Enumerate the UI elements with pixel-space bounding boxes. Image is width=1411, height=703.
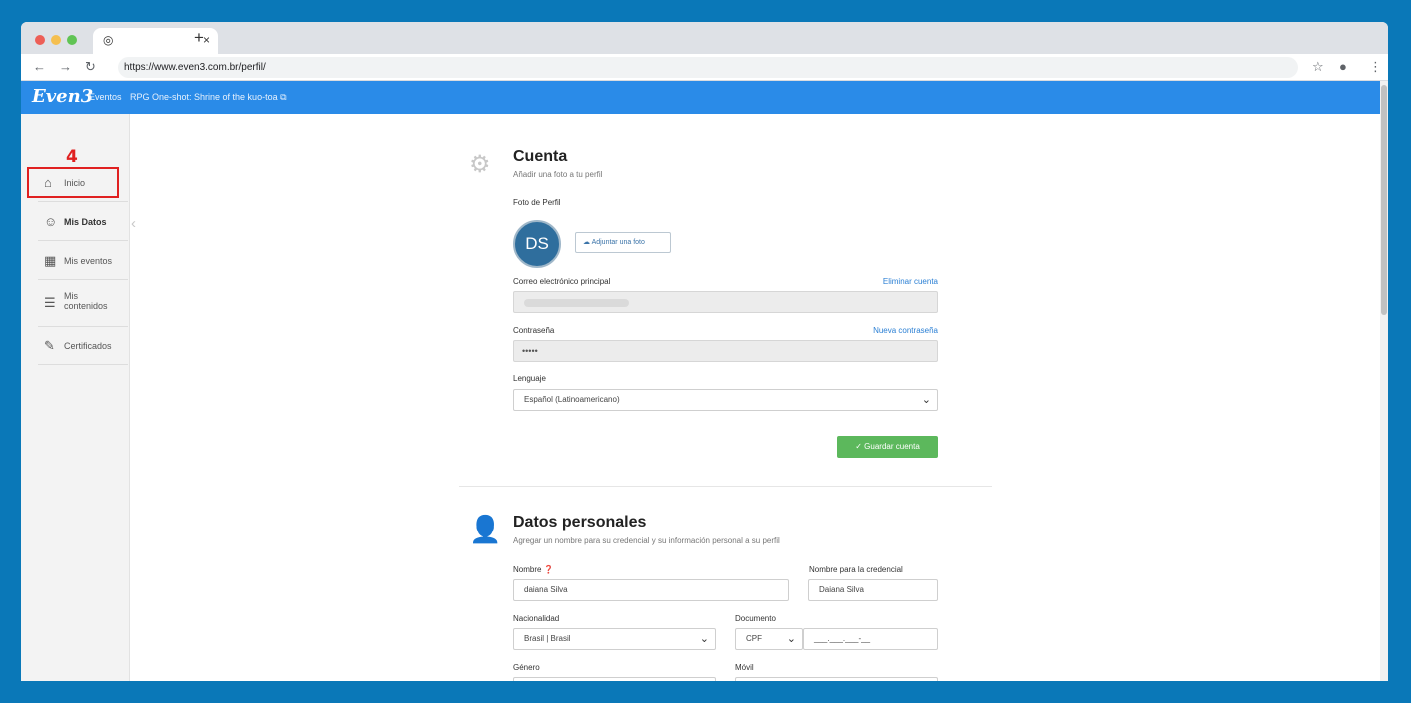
gender-select[interactable] [513,677,716,681]
email-label: Correo electrónico principal [513,277,611,286]
user-icon: ☺ [44,214,58,229]
sidebar-item-mis-datos[interactable]: ☺ Mis Datos [38,203,128,241]
info-icon[interactable]: ❓ [544,565,554,574]
scrollbar-thumb[interactable] [1381,85,1387,315]
blurred-email [524,299,629,307]
language-select[interactable]: Español (Latinoamericano) ⌄ [513,389,938,411]
calendar-icon: ▦ [44,253,57,268]
forward-arrow-icon[interactable]: → [59,59,72,74]
name-label-text: Nombre [513,565,542,574]
window-minimize-button[interactable] [51,35,61,45]
nationality-label: Nacionalidad [513,614,560,623]
name-input[interactable]: daiana Silva [513,579,789,601]
gender-label: Género [513,663,540,672]
nationality-value: Brasil | Brasil [524,634,571,643]
sidebar-item-label: Certificados [64,341,112,351]
document-type-select[interactable]: CPF ⌄ [735,628,803,650]
account-subtitle: Añadir una foto a tu perfil [513,170,603,179]
attach-photo-button[interactable]: ☁ Adjuntar una foto [575,232,671,253]
credential-label: Nombre para la credencial [809,565,903,574]
sidebar-collapse-chevron-icon[interactable]: ‹ [131,215,136,232]
certificate-icon: ✎ [44,338,55,353]
password-field: ••••• [513,340,938,362]
name-label: Nombre ❓ [513,565,554,574]
tab-strip: ◎ × + [21,22,1388,54]
sidebar-item-mis-contenidos[interactable]: ☰ Mis contenidos [38,281,128,327]
document-type-value: CPF [746,634,762,643]
back-arrow-icon[interactable]: ← [33,59,46,74]
external-link-icon: ⧉ [280,92,287,102]
site-header: Even3 Eventos RPG One-shot: Shrine of th… [21,81,1380,114]
tab-close-icon[interactable]: × [203,33,210,47]
document-label: Documento [735,614,776,623]
chevron-down-icon: ⌄ [921,394,931,406]
browser-toolbar: ← → ↻ https://www.even3.com.br/perfil/ ☆… [21,54,1388,81]
browser-window: ◎ × + ← → ↻ https://www.even3.com.br/per… [21,22,1388,681]
credential-input[interactable]: Daiana Silva [808,579,938,601]
mobile-label: Móvil [735,663,754,672]
menu-dots-icon[interactable]: ⋮ [1369,59,1382,75]
content-icon: ☰ [44,295,56,310]
chevron-down-icon: ⌄ [786,633,796,645]
sidebar-item-label: Mis Datos [64,217,107,227]
attach-photo-label: Adjuntar una foto [591,239,645,246]
person-icon: 👤 [469,514,502,544]
address-bar[interactable]: https://www.even3.com.br/perfil/ [118,57,1298,78]
window-maximize-button[interactable] [67,35,77,45]
chevron-down-icon: ⌄ [699,633,709,645]
new-password-link[interactable]: Nueva contraseña [838,326,938,335]
favicon-icon: ◎ [103,33,114,47]
section-divider [459,486,992,487]
document-number-input[interactable]: ___.___.___-__ [803,628,938,650]
sidebar-item-certificados[interactable]: ✎ Certificados [38,327,128,365]
language-label: Lenguaje [513,374,546,383]
check-icon: ✓ [855,442,862,451]
window-close-button[interactable] [35,35,45,45]
reload-icon[interactable]: ↻ [85,59,96,75]
page-scrollbar[interactable] [1380,81,1388,681]
save-account-label: Guardar cuenta [864,442,920,451]
save-account-button[interactable]: ✓ Guardar cuenta [837,436,938,458]
sidebar: 4 ⌂ Inicio ☺ Mis Datos ▦ Mis eventos ☰ M… [21,114,130,681]
profile-icon[interactable]: ● [1339,59,1347,74]
even3-logo[interactable]: Even3 [32,86,93,107]
personal-title: Datos personales [513,514,647,531]
photo-label: Foto de Perfil [513,198,561,207]
delete-account-link[interactable]: Eliminar cuenta [838,277,938,286]
language-value: Español (Latinoamericano) [524,395,620,404]
avatar[interactable]: DS [513,220,561,268]
inicio-highlight-box [27,167,119,198]
mobile-input[interactable] [735,677,938,681]
new-tab-button[interactable]: + [194,28,204,48]
event-title-link[interactable]: RPG One-shot: Shrine of the kuo-toa ⧉ [130,92,287,103]
sidebar-item-label: Mis eventos [64,256,113,266]
personal-subtitle: Agregar un nombre para su credencial y s… [513,536,780,545]
bookmark-star-icon[interactable]: ☆ [1312,59,1324,75]
sidebar-item-label: Mis contenidos [64,291,108,311]
event-title-text: RPG One-shot: Shrine of the kuo-toa [130,92,278,102]
password-label: Contraseña [513,326,555,335]
events-link[interactable]: Eventos [89,92,122,102]
nationality-select[interactable]: Brasil | Brasil ⌄ [513,628,716,650]
cloud-upload-icon: ☁ [583,239,590,246]
sidebar-item-mis-eventos[interactable]: ▦ Mis eventos [38,242,128,280]
gear-icon: ⚙ [469,151,491,178]
account-title: Cuenta [513,148,568,165]
email-field [513,291,938,313]
